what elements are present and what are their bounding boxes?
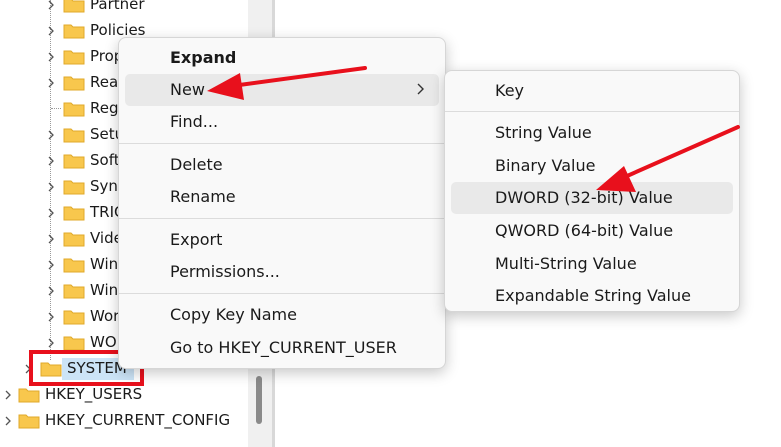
menu-item-label: Expand [170, 48, 237, 67]
menu-separator [119, 218, 445, 219]
tree-item-label: HKEY_CURRENT_CONFIG [45, 411, 231, 429]
tree-item-label: Win [90, 281, 119, 299]
folder-icon [63, 179, 85, 195]
chevron-right-icon[interactable] [43, 252, 59, 278]
menu-separator [119, 143, 445, 144]
tree-item-label: Wor [90, 307, 120, 325]
tree-item-label: HKEY_USERS [45, 385, 143, 403]
chevron-right-icon[interactable] [43, 304, 59, 330]
folder-icon [63, 257, 85, 273]
folder-icon [63, 309, 85, 325]
menu-item-go-to-hkcu[interactable]: Go to HKEY_CURRENT_USER [125, 332, 439, 364]
submenu-item-expandable-string-value[interactable]: Expandable String Value [451, 280, 733, 312]
folder-icon [63, 49, 85, 65]
menu-item-label: QWORD (64-bit) Value [495, 221, 674, 240]
chevron-right-icon[interactable] [43, 0, 59, 18]
menu-item-permissions[interactable]: Permissions... [125, 256, 439, 288]
submenu-item-dword-value[interactable]: DWORD (32-bit) Value [451, 182, 733, 214]
menu-item-label: Export [170, 230, 223, 249]
submenu-item-key[interactable]: Key [451, 75, 733, 107]
menu-item-find[interactable]: Find... [125, 106, 439, 138]
chevron-right-icon[interactable] [43, 44, 59, 70]
menu-item-label: Key [495, 81, 525, 100]
folder-icon [63, 205, 85, 221]
menu-item-rename[interactable]: Rename [125, 181, 439, 213]
menu-item-label: DWORD (32-bit) Value [495, 188, 673, 207]
submenu-item-string-value[interactable]: String Value [451, 117, 733, 149]
menu-item-label: Rename [170, 187, 236, 206]
menu-item-export[interactable]: Export [125, 224, 439, 256]
folder-icon [63, 23, 85, 39]
menu-item-expand[interactable]: Expand [125, 42, 439, 74]
folder-icon [63, 335, 85, 351]
tree-item-label: Win [90, 255, 119, 273]
submenu-item-multi-string-value[interactable]: Multi-String Value [451, 248, 733, 280]
folder-icon [63, 75, 85, 91]
menu-item-copy-key-name[interactable]: Copy Key Name [125, 299, 439, 331]
chevron-right-icon[interactable] [43, 18, 59, 44]
chevron-right-icon[interactable] [43, 174, 59, 200]
tree-item-label: Reg [90, 99, 119, 117]
tree-item-label: WO [90, 333, 117, 351]
chevron-right-icon[interactable] [43, 278, 59, 304]
menu-item-label: String Value [495, 123, 592, 142]
scrollbar-thumb[interactable] [256, 376, 262, 424]
folder-icon [63, 283, 85, 299]
menu-item-label: New [170, 80, 205, 99]
menu-item-new[interactable]: New [125, 74, 439, 106]
new-submenu: Key String Value Binary Value DWORD (32-… [444, 70, 740, 312]
folder-icon [63, 127, 85, 143]
folder-icon [63, 101, 85, 117]
tree-item-label: Soft [90, 151, 120, 169]
chevron-right-icon[interactable] [43, 70, 59, 96]
submenu-item-binary-value[interactable]: Binary Value [451, 150, 733, 182]
menu-item-label: Find... [170, 112, 219, 131]
menu-separator [445, 111, 739, 112]
submenu-item-qword-value[interactable]: QWORD (64-bit) Value [451, 215, 733, 247]
tree-item-label: Partner [90, 0, 145, 13]
chevron-right-icon[interactable] [0, 408, 16, 434]
menu-item-label: Permissions... [170, 262, 280, 281]
menu-item-label: Binary Value [495, 156, 596, 175]
chevron-right-icon[interactable] [43, 148, 59, 174]
chevron-right-icon[interactable] [43, 122, 59, 148]
menu-item-label: Copy Key Name [170, 305, 297, 324]
chevron-right-icon[interactable] [43, 200, 59, 226]
menu-item-delete[interactable]: Delete [125, 149, 439, 181]
menu-item-label: Multi-String Value [495, 254, 637, 273]
chevron-right-icon[interactable] [0, 382, 16, 408]
tree-branch-line [51, 108, 61, 109]
folder-icon [63, 0, 85, 13]
chevron-right-icon [417, 83, 424, 95]
folder-icon [18, 387, 40, 403]
folder-icon [18, 413, 40, 429]
chevron-right-icon[interactable] [43, 226, 59, 252]
tree-item-label: Rea [90, 73, 119, 91]
folder-icon [63, 153, 85, 169]
folder-icon [63, 231, 85, 247]
menu-item-label: Delete [170, 155, 223, 174]
menu-separator [119, 293, 445, 294]
menu-item-label: Go to HKEY_CURRENT_USER [170, 338, 397, 357]
menu-item-label: Expandable String Value [495, 286, 691, 305]
context-menu: Expand New Find... Delete Rename Export … [118, 37, 446, 369]
